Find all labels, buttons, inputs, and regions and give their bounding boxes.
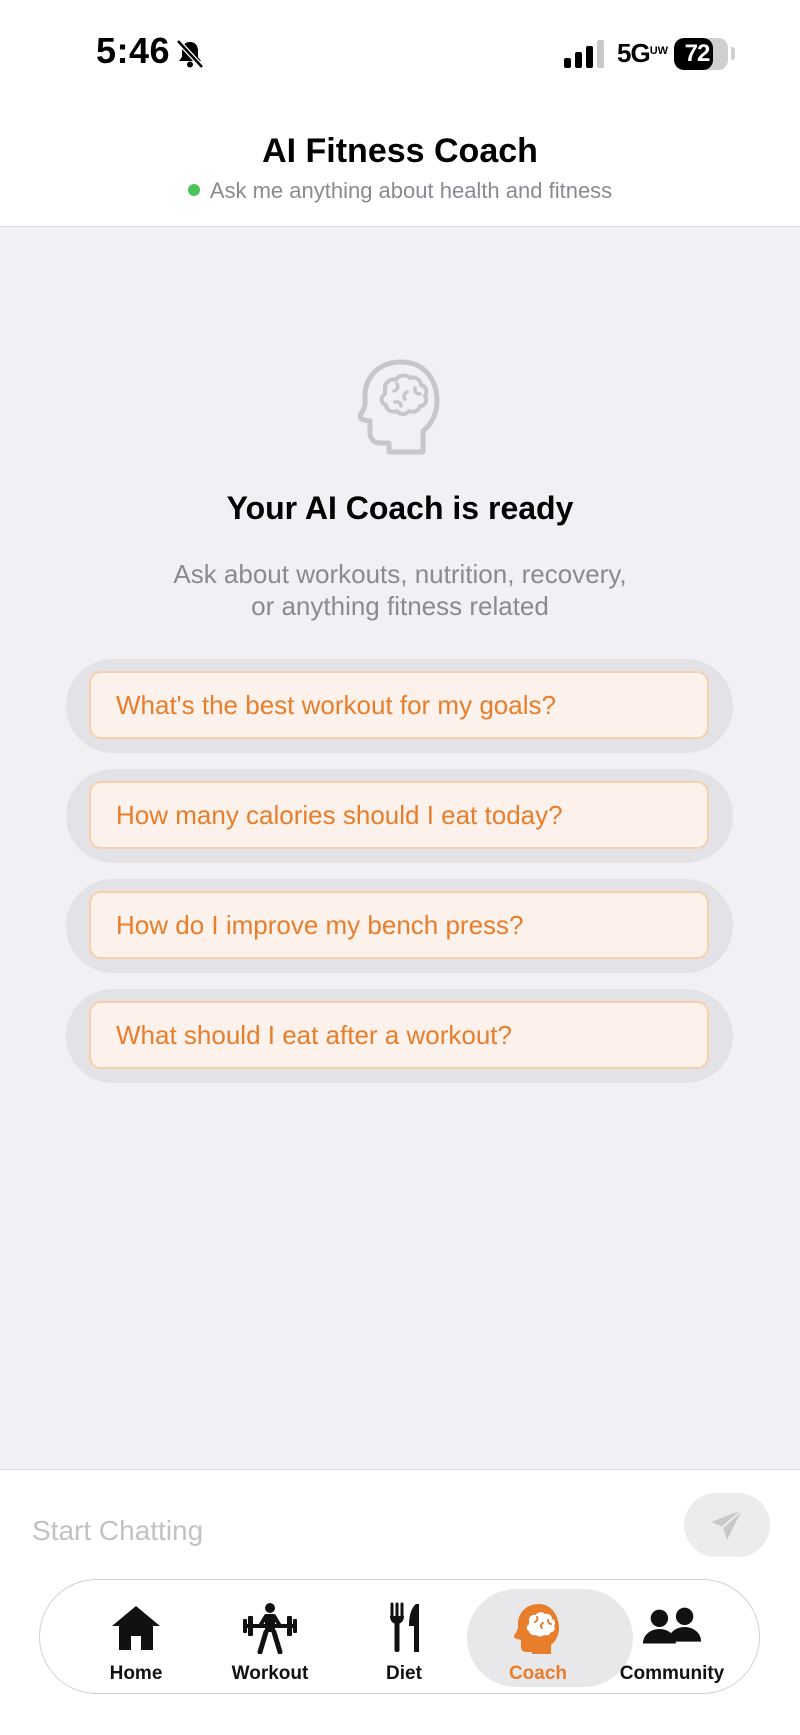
tab-label: Home	[109, 1663, 163, 1684]
network-type: 5GUW	[617, 38, 669, 68]
suggestion-container: How do I improve my bench press?	[66, 879, 733, 973]
tab-coach[interactable]: Coach	[467, 1580, 633, 1695]
paper-plane-icon	[711, 1509, 743, 1540]
tab-workout[interactable]: Workout	[203, 1580, 337, 1695]
suggestion-container: What's the best workout for my goals?	[66, 659, 733, 753]
send-button[interactable]	[684, 1493, 770, 1557]
tab-label: Diet	[386, 1663, 422, 1684]
brain-head-icon	[513, 1604, 559, 1654]
status-bar: 5:46 5GUW 72	[0, 0, 800, 110]
battery-percentage: 72	[684, 40, 711, 67]
tab-home[interactable]: Home	[69, 1580, 203, 1695]
chat-header: AI Fitness Coach Ask me anything about h…	[0, 110, 800, 227]
brain-head-icon	[357, 359, 440, 455]
cellular-signal-icon	[564, 40, 604, 68]
chat-input[interactable]	[30, 1504, 674, 1558]
battery-tip	[731, 47, 735, 60]
description-line: or anything fitness related	[251, 591, 549, 621]
people-icon	[642, 1607, 702, 1644]
suggestion-container: How many calories should I eat today?	[66, 769, 733, 863]
weightlifter-icon	[243, 1603, 297, 1654]
header-subtitle: Ask me anything about health and fitness	[0, 178, 800, 204]
page-title: AI Fitness Coach	[262, 132, 538, 170]
empty-state-title: Your AI Coach is ready	[226, 490, 574, 526]
home-icon	[112, 1606, 160, 1650]
suggestion-chip[interactable]: How do I improve my bench press?	[89, 891, 709, 959]
tab-label: Workout	[231, 1663, 309, 1684]
tab-diet[interactable]: Diet	[337, 1580, 471, 1695]
suggestion-chip[interactable]: What should I eat after a workout?	[89, 1001, 709, 1069]
tab-label: Community	[619, 1663, 725, 1684]
description-line: Ask about workouts, nutrition, recovery,	[173, 559, 627, 589]
bell-slash-icon	[176, 39, 204, 69]
suggestion-chip[interactable]: How many calories should I eat today?	[89, 781, 709, 849]
empty-state-description: Ask about workouts, nutrition, recovery,…	[0, 558, 800, 622]
status-time: 5:46	[96, 30, 171, 71]
subtitle-text: Ask me anything about health and fitness	[209, 178, 613, 203]
suggestion-container: What should I eat after a workout?	[66, 989, 733, 1083]
tab-bar: Home Workout Diet Coach Community	[39, 1579, 760, 1694]
tab-label: Coach	[508, 1663, 568, 1684]
battery-icon: 72	[674, 38, 728, 70]
suggestion-chip[interactable]: What's the best workout for my goals?	[89, 671, 709, 739]
fork-knife-icon	[390, 1602, 419, 1652]
tab-community[interactable]: Community	[605, 1580, 739, 1695]
online-status-dot	[187, 184, 200, 196]
